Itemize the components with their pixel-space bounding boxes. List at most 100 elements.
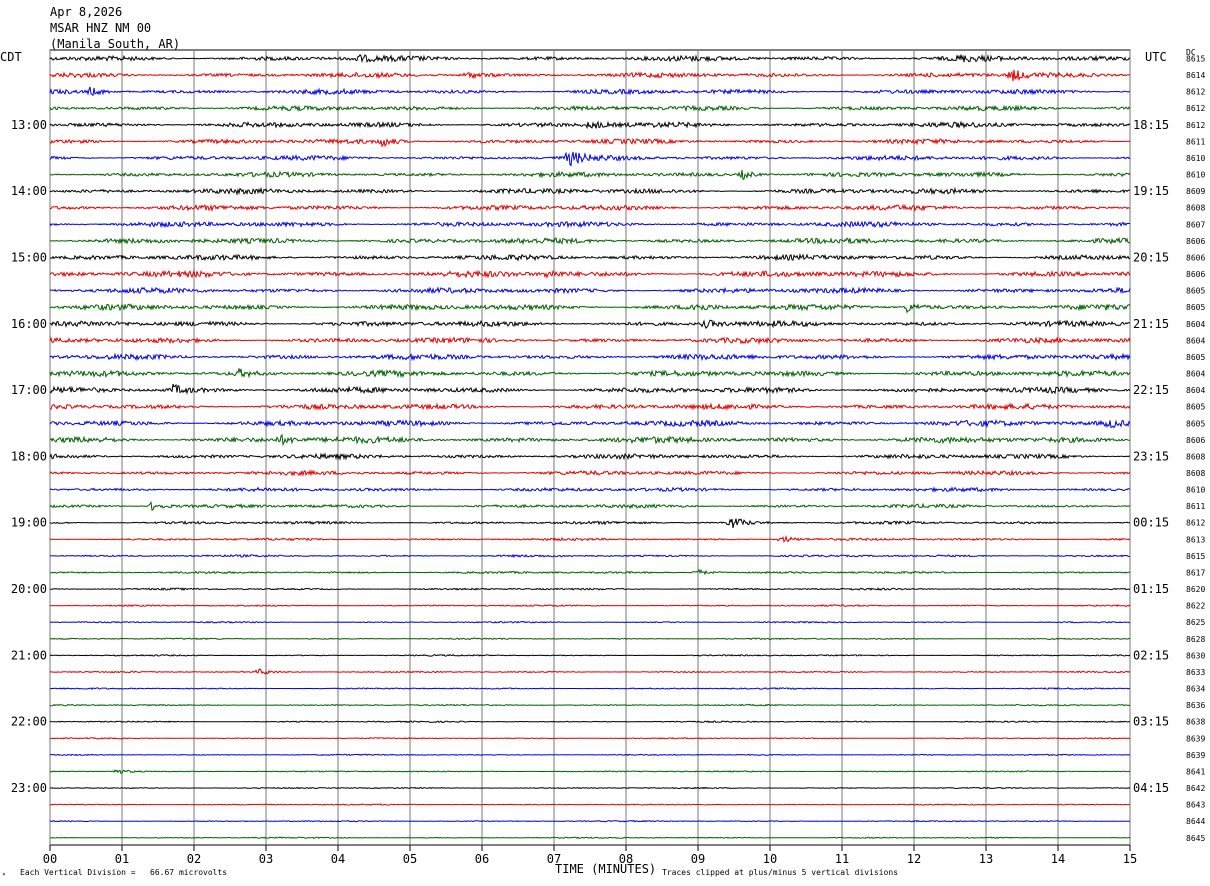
x-tick-label: 01 — [115, 852, 129, 866]
trace-line — [49, 620, 1131, 624]
trace-line — [49, 336, 1131, 345]
dc-offset-label: 8609 — [1186, 187, 1205, 196]
dc-offset-label: 8604 — [1186, 386, 1205, 395]
dc-offset-label: 8615 — [1186, 55, 1205, 64]
dc-offset-label: 8611 — [1186, 502, 1205, 511]
trace-line — [49, 786, 1131, 790]
trace-line — [49, 104, 1131, 113]
dc-offset-label: 8608 — [1186, 452, 1205, 461]
trace-line — [49, 703, 1131, 707]
dc-offset-label: 8622 — [1186, 602, 1205, 611]
left-hour-label: 13:00 — [11, 118, 47, 132]
x-tick-label: 13 — [979, 852, 993, 866]
dc-offset-label: 8639 — [1186, 751, 1205, 760]
dc-offset-label: 8612 — [1186, 121, 1205, 130]
dc-offset-label: 8628 — [1186, 635, 1205, 644]
right-hour-label: 01:15 — [1133, 582, 1169, 596]
dc-offset-label: 8615 — [1186, 552, 1205, 561]
trace-line — [49, 803, 1130, 806]
dc-offset-label: 8625 — [1186, 618, 1205, 627]
dc-offset-label: 8613 — [1186, 535, 1205, 544]
trace-line — [49, 769, 1131, 775]
right-hour-label: 18:15 — [1133, 118, 1169, 132]
dc-offset-label: 8612 — [1186, 519, 1205, 528]
x-tick-label: 02 — [187, 852, 201, 866]
trace-line — [49, 753, 1130, 757]
trace-line — [49, 653, 1131, 657]
dc-offset-label: 8645 — [1186, 834, 1205, 843]
trace-line — [49, 486, 1131, 493]
x-tick-label: 11 — [835, 852, 849, 866]
right-hour-label: 19:15 — [1133, 184, 1169, 198]
x-axis-title: TIME (MINUTES) — [555, 862, 657, 876]
dc-offset-label: 8636 — [1186, 701, 1205, 710]
trace-line — [49, 319, 1131, 329]
right-hour-label: 02:15 — [1133, 648, 1169, 662]
trace-line — [49, 69, 1130, 82]
dc-offset-label: 8617 — [1186, 568, 1205, 577]
trace-line — [49, 687, 1131, 691]
dc-offset-label: 8605 — [1186, 403, 1205, 412]
dc-offset-label: 8644 — [1186, 817, 1205, 826]
trace-line — [49, 568, 1130, 576]
dc-offset-label: 8604 — [1186, 336, 1205, 345]
seismogram-plot: 00 01 02 03 04 05 06 07 08 09 10 11 12 13 14 1586158614… — [11, 49, 1205, 866]
trace-line — [49, 120, 1131, 130]
trace-line — [49, 535, 1131, 543]
plot-frame — [49, 49, 1131, 846]
trace-line — [49, 419, 1131, 429]
right-hour-label: 23:15 — [1133, 449, 1169, 463]
dc-offset-label: 8605 — [1186, 419, 1205, 428]
corner-mark: ᴿ — [2, 872, 7, 880]
trace-line — [49, 819, 1131, 823]
trace-line — [49, 637, 1131, 641]
left-hour-label: 18:00 — [11, 449, 47, 463]
dc-offset-label: 8607 — [1186, 220, 1205, 229]
dc-offset-label: 8608 — [1186, 204, 1205, 213]
trace-line — [49, 720, 1131, 724]
left-hour-label: 19:00 — [11, 516, 47, 530]
left-hour-label: 22:00 — [11, 715, 47, 729]
x-tick-label: 03 — [259, 852, 273, 866]
trace-line — [49, 836, 1131, 840]
dc-offset-label: 8610 — [1186, 486, 1205, 495]
x-tick-label: 15 — [1123, 852, 1137, 866]
dc-offset-label: 8634 — [1186, 685, 1205, 694]
x-tick-label: 09 — [691, 852, 705, 866]
trace-line — [49, 53, 1131, 64]
dc-offset-label: 8608 — [1186, 469, 1205, 478]
trace-line — [49, 203, 1131, 213]
dc-offset-label: 8605 — [1186, 303, 1205, 312]
dc-offset-label: 8638 — [1186, 718, 1205, 727]
trace-line — [49, 137, 1131, 148]
dc-offset-label: 8641 — [1186, 767, 1205, 776]
dc-offset-label: 8606 — [1186, 253, 1205, 262]
dc-offset-label: 8606 — [1186, 270, 1205, 279]
x-tick-label: 14 — [1051, 852, 1065, 866]
dc-offset-label: 8610 — [1186, 171, 1205, 180]
x-tick-label: 04 — [331, 852, 345, 866]
x-tick-label: 12 — [907, 852, 921, 866]
right-hour-label: 03:15 — [1133, 715, 1169, 729]
x-tick-label: 05 — [403, 852, 417, 866]
trace-line — [50, 253, 1131, 262]
right-hour-label: 00:15 — [1133, 516, 1169, 530]
right-hour-label: 22:15 — [1133, 383, 1169, 397]
left-hour-label: 14:00 — [11, 184, 47, 198]
clip-note: Traces clipped at plus/minus 5 vertical … — [662, 868, 899, 877]
trace-line — [49, 587, 1131, 592]
left-hour-label: 17:00 — [11, 383, 47, 397]
dc-offset-label: 8612 — [1186, 88, 1205, 97]
trace-line — [49, 469, 1131, 477]
x-tick-label: 06 — [475, 852, 489, 866]
dc-offset-label: 8611 — [1186, 137, 1205, 146]
dc-offset-label: 8612 — [1186, 104, 1205, 113]
trace-line — [49, 151, 1131, 167]
trace-line — [49, 518, 1131, 529]
right-hour-label: 04:15 — [1133, 781, 1169, 795]
grid-lines — [49, 49, 1131, 851]
trace-line — [49, 86, 1130, 97]
dc-offset-label: 8605 — [1186, 287, 1205, 296]
trace-line — [49, 302, 1131, 314]
dc-offset-label: 8604 — [1186, 320, 1205, 329]
